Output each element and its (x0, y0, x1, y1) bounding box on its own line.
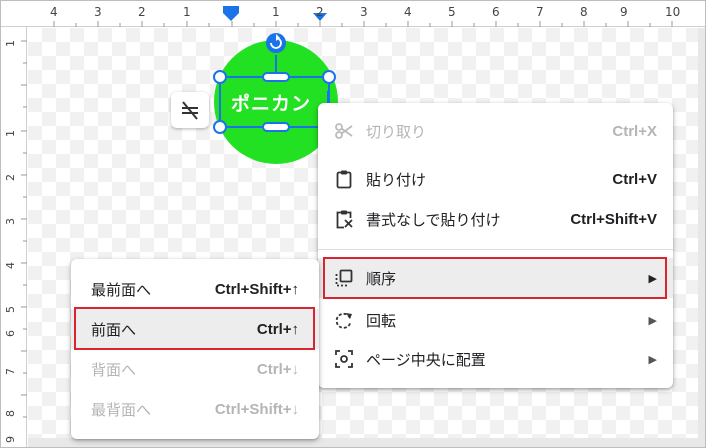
menu-item-shortcut: Ctrl+Shift+↓ (214, 400, 299, 418)
menu-item-rotate[interactable]: 回転 ▶ (318, 300, 673, 340)
menu-item-label: 回転 (366, 311, 397, 330)
menu-item-label: ページ中央に配置 (366, 350, 486, 369)
clipboard-icon (336, 170, 352, 189)
menu-item-label: 最背面へ (91, 400, 152, 419)
rotate-icon (335, 312, 352, 329)
menu-item-shortcut: Ctrl+X (612, 122, 657, 140)
menu-item-label: 背面へ (91, 360, 137, 379)
ruler-number: 1 (4, 130, 17, 137)
canvas-right-margin (698, 28, 705, 438)
ruler-number: 6 (4, 330, 17, 337)
menu-item-label: 最前面へ (91, 280, 152, 299)
menu-item-shortcut: Ctrl+Shift+V (570, 210, 657, 228)
menu-item-center-on-page[interactable]: ページ中央に配置 ▶ (318, 339, 673, 379)
menu-item-label: 切り取り (366, 122, 427, 141)
menu-item-label: 順序 (366, 269, 397, 288)
paste-plain-icon (336, 210, 353, 229)
ruler-number: 4 (50, 5, 58, 19)
ruler-ticks-vertical (21, 40, 27, 418)
ruler-number: 1 (183, 5, 191, 19)
submenu-arrow-icon: ▶ (648, 352, 657, 366)
menu-item-label: 書式なしで貼り付け (366, 210, 501, 229)
ruler-ticks (53, 6, 673, 27)
menu-separator (318, 249, 673, 250)
ruler-number: 4 (4, 262, 17, 269)
ruler-number: 4 (404, 5, 412, 19)
ruler-number: 3 (360, 5, 368, 19)
menu-item-paste-without-formatting[interactable]: 書式なしで貼り付け Ctrl+Shift+V (318, 199, 673, 239)
shape-text[interactable]: ポニカン (231, 89, 311, 116)
submenu-item-send-backward[interactable]: 背面へ Ctrl+↓ (71, 349, 319, 389)
submenu-arrow-icon: ▶ (648, 271, 657, 285)
menu-item-shortcut: Ctrl+V (612, 170, 657, 188)
ruler-number: 9 (620, 5, 628, 19)
menu-item-cut[interactable]: 切り取り Ctrl+X (318, 111, 673, 151)
no-fill-icon (182, 101, 198, 120)
menu-item-label: 前面へ (91, 320, 137, 339)
menu-item-shortcut: Ctrl+↓ (256, 360, 299, 378)
ruler-number: 5 (4, 306, 17, 313)
menu-item-order[interactable]: 順序 ▶ (318, 258, 673, 298)
submenu-item-bring-to-front[interactable]: 最前面へ Ctrl+Shift+↑ (71, 269, 319, 309)
canvas-bottom-margin (28, 438, 705, 447)
ruler-number: 10 (665, 5, 681, 19)
ruler-number: 7 (536, 5, 544, 19)
menu-item-shortcut: Ctrl+↑ (256, 320, 299, 338)
submenu-item-bring-forward[interactable]: 前面へ Ctrl+↑ (71, 309, 319, 349)
context-menu: 切り取り Ctrl+X 貼り付け Ctrl+V 書式なしで貼り付け Ctrl+S… (318, 103, 673, 388)
center-icon (335, 350, 353, 368)
ruler-number: 2 (316, 5, 324, 19)
menu-item-shortcut: Ctrl+Shift+↑ (214, 280, 299, 298)
ruler-number: 3 (4, 218, 17, 225)
ruler-number: 5 (448, 5, 456, 19)
horizontal-ruler[interactable]: 4 3 2 1 1 2 3 4 5 6 7 8 9 10 (1, 1, 705, 27)
order-icon (335, 269, 353, 287)
ruler-number: 6 (492, 5, 500, 19)
submenu-item-send-to-back[interactable]: 最背面へ Ctrl+Shift+↓ (71, 389, 319, 429)
vertical-ruler[interactable]: 1 1 2 3 4 5 6 7 8 9 (1, 27, 27, 447)
ruler-number: 2 (4, 174, 17, 181)
left-indent-marker (223, 9, 239, 21)
ruler-number: 3 (94, 5, 102, 19)
slide-editor: 4 3 2 1 1 2 3 4 5 6 7 8 9 10 1 1 2 3 4 5… (0, 0, 706, 448)
submenu-arrow-icon: ▶ (648, 313, 657, 327)
menu-item-label: 貼り付け (366, 170, 427, 189)
ruler-number: 8 (580, 5, 588, 19)
order-submenu: 最前面へ Ctrl+Shift+↑ 前面へ Ctrl+↑ 背面へ Ctrl+↓ … (71, 259, 319, 439)
ruler-number: 7 (4, 368, 17, 375)
menu-item-paste[interactable]: 貼り付け Ctrl+V (318, 159, 673, 199)
shape-quick-action-button[interactable] (171, 92, 209, 128)
ruler-number: 1 (272, 5, 280, 19)
ruler-number: 2 (138, 5, 146, 19)
scissors-icon (335, 123, 353, 139)
ruler-number: 8 (4, 410, 17, 417)
ruler-number: 9 (4, 436, 17, 443)
ruler-number: 1 (4, 40, 17, 47)
